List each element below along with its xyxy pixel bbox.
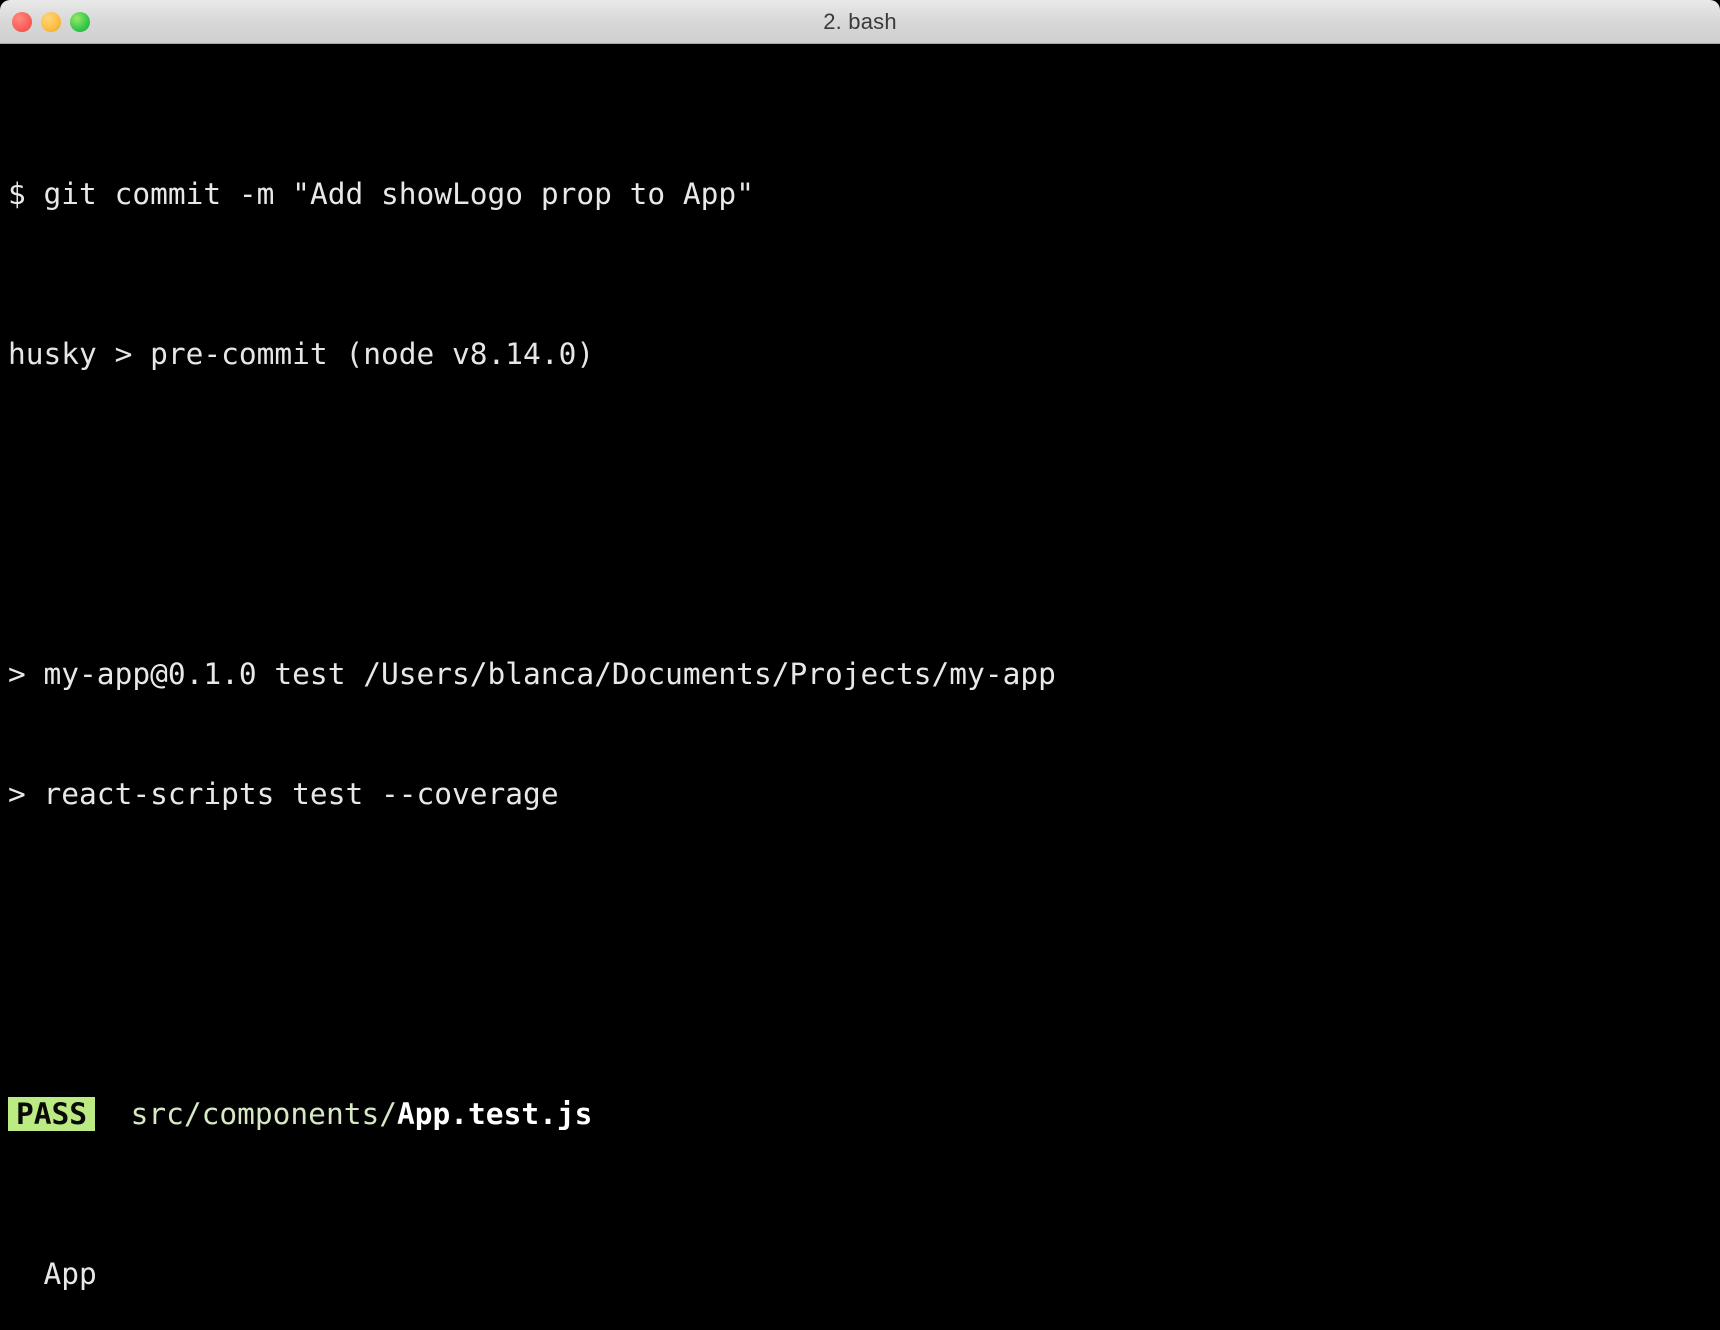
npm-command-line: > react-scripts test --coverage xyxy=(8,777,559,811)
window-title: 2. bash xyxy=(823,8,897,34)
suite-header-line: PASS src/components/App.test.js xyxy=(8,1094,1720,1134)
shell-prompt: $ xyxy=(8,177,44,211)
suite-describe-line: App xyxy=(8,1254,1720,1294)
terminal-window: 2. bash $ git commit -m "Add showLogo pr… xyxy=(0,0,1720,1330)
husky-line: husky > pre-commit (node v8.14.0) xyxy=(8,337,595,371)
window-titlebar[interactable]: 2. bash xyxy=(0,0,1720,44)
status-badge: PASS xyxy=(8,1097,96,1131)
command-line: $ git commit -m "Add showLogo prop to Ap… xyxy=(8,174,1720,214)
command-text: git commit -m "Add showLogo prop to App" xyxy=(43,177,754,211)
suite-path-file: App.test.js xyxy=(397,1097,593,1131)
terminal-output[interactable]: $ git commit -m "Add showLogo prop to Ap… xyxy=(0,44,1720,1330)
npm-script-line: > my-app@0.1.0 test /Users/blanca/Docume… xyxy=(8,657,1056,691)
window-controls xyxy=(12,0,90,43)
badge-gap xyxy=(95,1097,131,1131)
minimize-button[interactable] xyxy=(41,11,61,32)
suite-path-dir: src/components/ xyxy=(130,1097,397,1131)
describe-label: App xyxy=(43,1257,97,1291)
zoom-button[interactable] xyxy=(70,11,90,32)
close-button[interactable] xyxy=(12,11,32,32)
